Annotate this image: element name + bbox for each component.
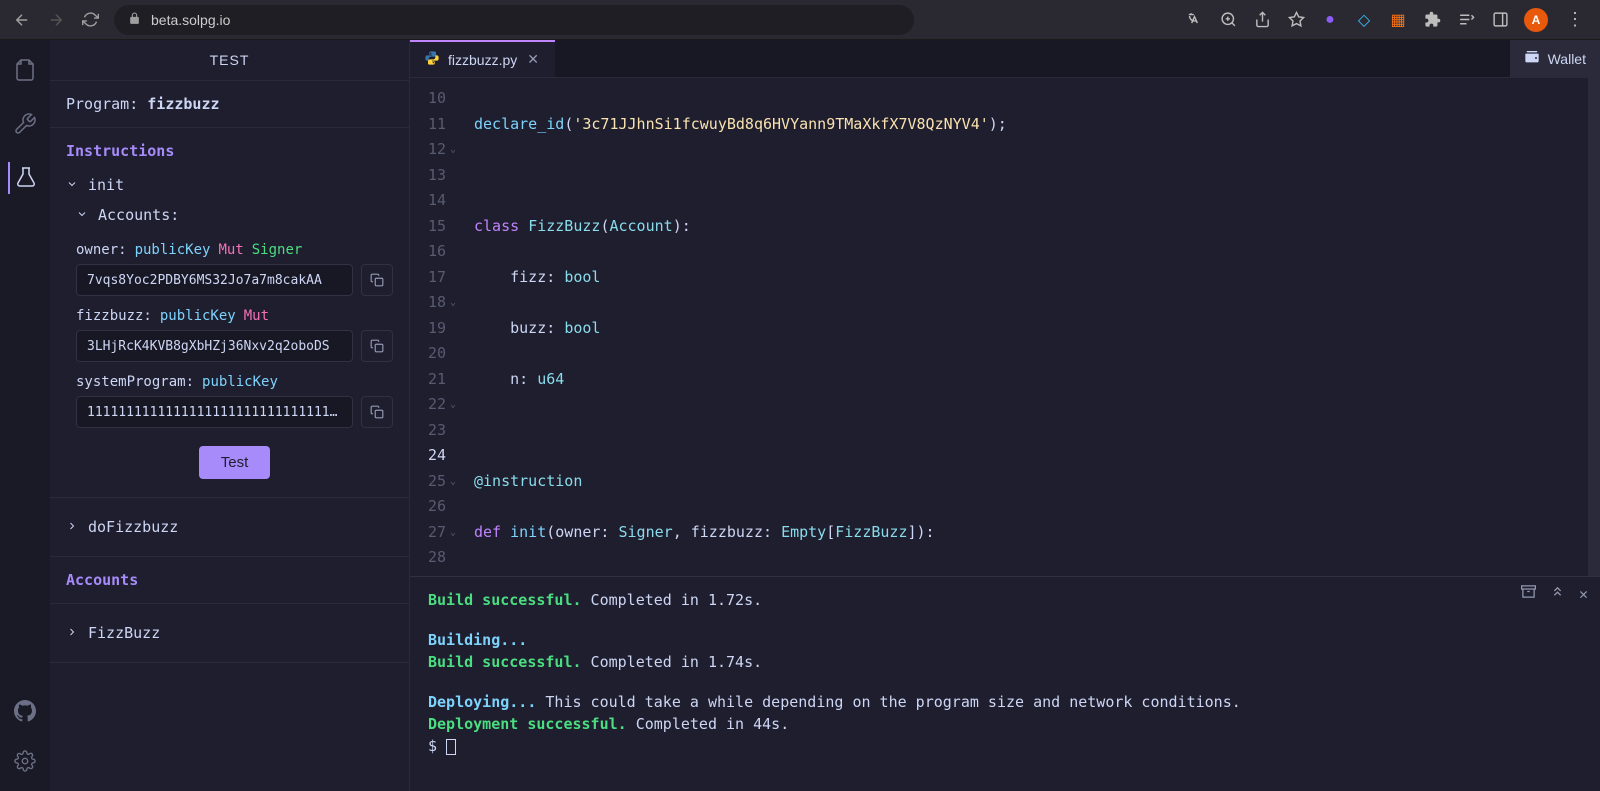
instruction-init[interactable]: init	[66, 170, 393, 200]
panel-title: TEST	[50, 40, 409, 81]
line-gutter: 101112⌄13141516 1718⌄19202122⌄ 232425⌄26…	[410, 78, 458, 576]
program-label: Program: fizzbuzz	[66, 95, 393, 113]
code-editor[interactable]: 101112⌄13141516 1718⌄19202122⌄ 232425⌄26…	[410, 78, 1600, 576]
activity-bar	[0, 40, 50, 791]
accounts-label: Accounts:	[98, 206, 179, 224]
cursor	[446, 739, 456, 755]
accounts-toggle[interactable]: Accounts:	[76, 200, 393, 230]
extensions-icon[interactable]	[1422, 10, 1442, 30]
build-icon[interactable]	[9, 108, 41, 140]
fizzbuzz-row: fizzbuzz: publicKey Mut	[76, 308, 393, 324]
close-icon[interactable]: ✕	[1579, 583, 1588, 605]
system-input[interactable]	[76, 396, 353, 428]
zoom-icon[interactable]	[1218, 10, 1238, 30]
instruction-label: doFizzbuzz	[88, 518, 178, 536]
ext1-icon[interactable]: ●	[1320, 10, 1340, 30]
copy-button[interactable]	[361, 330, 393, 362]
wallet-label: Wallet	[1548, 51, 1586, 67]
instructions-heading: Instructions	[66, 142, 393, 160]
test-button[interactable]: Test	[199, 446, 271, 479]
scrollbar[interactable]	[1588, 78, 1600, 576]
instruction-label: init	[88, 176, 124, 194]
settings-icon[interactable]	[9, 745, 41, 777]
terminal[interactable]: ✕ Build successful. Completed in 1.72s. …	[410, 576, 1600, 791]
forward-button[interactable]	[46, 10, 66, 30]
close-icon[interactable]: ✕	[525, 49, 541, 70]
menu-icon[interactable]: ⋮	[1562, 9, 1588, 30]
playlist-icon[interactable]	[1456, 10, 1476, 30]
terminal-actions: ✕	[1521, 583, 1588, 605]
profile-avatar[interactable]: A	[1524, 8, 1548, 32]
url-text: beta.solpg.io	[151, 12, 230, 28]
wallet-icon	[1524, 49, 1540, 68]
copy-button[interactable]	[361, 264, 393, 296]
python-icon	[424, 50, 440, 69]
chevron-down-icon	[76, 206, 90, 224]
tab-bar: fizzbuzz.py ✕ Wallet	[410, 40, 1600, 78]
owner-row: owner: publicKey Mut Signer	[76, 242, 393, 258]
tab-label: fizzbuzz.py	[448, 52, 517, 68]
reload-button[interactable]	[80, 10, 100, 30]
copy-button[interactable]	[361, 396, 393, 428]
chevron-right-icon	[66, 624, 80, 642]
test-panel: TEST Program: fizzbuzz Instructions init	[50, 40, 410, 791]
share-icon[interactable]	[1252, 10, 1272, 30]
archive-icon[interactable]	[1521, 583, 1536, 605]
chevron-down-icon	[66, 176, 80, 194]
explorer-icon[interactable]	[9, 54, 41, 86]
editor-area: fizzbuzz.py ✕ Wallet 101112⌄13141516 171…	[410, 40, 1600, 791]
account-fizzbuzz[interactable]: FizzBuzz	[66, 618, 393, 648]
tab-fizzbuzz[interactable]: fizzbuzz.py ✕	[410, 40, 555, 77]
test-icon[interactable]	[8, 162, 40, 194]
owner-input[interactable]	[76, 264, 353, 296]
lock-icon	[128, 12, 141, 28]
ext2-icon[interactable]: ◇	[1354, 10, 1374, 30]
system-row: systemProgram: publicKey	[76, 374, 393, 390]
fizzbuzz-input[interactable]	[76, 330, 353, 362]
bookmark-icon[interactable]	[1286, 10, 1306, 30]
chevron-right-icon	[66, 518, 80, 536]
github-icon[interactable]	[9, 695, 41, 727]
translate-icon[interactable]	[1184, 10, 1204, 30]
instruction-dofizzbuzz[interactable]: doFizzbuzz	[66, 512, 393, 542]
ext3-icon[interactable]: ▦	[1388, 10, 1408, 30]
wallet-button[interactable]: Wallet	[1510, 40, 1600, 77]
accounts-heading: Accounts	[66, 571, 393, 589]
panel-icon[interactable]	[1490, 10, 1510, 30]
browser-toolbar: beta.solpg.io ● ◇ ▦ A ⋮	[0, 0, 1600, 40]
back-button[interactable]	[12, 10, 32, 30]
url-bar[interactable]: beta.solpg.io	[114, 5, 914, 35]
account-label: FizzBuzz	[88, 624, 160, 642]
code-content[interactable]: declare_id('3c71JJhnSi1fcwuyBd8q6HVYann9…	[458, 78, 1588, 576]
collapse-icon[interactable]	[1550, 583, 1565, 605]
